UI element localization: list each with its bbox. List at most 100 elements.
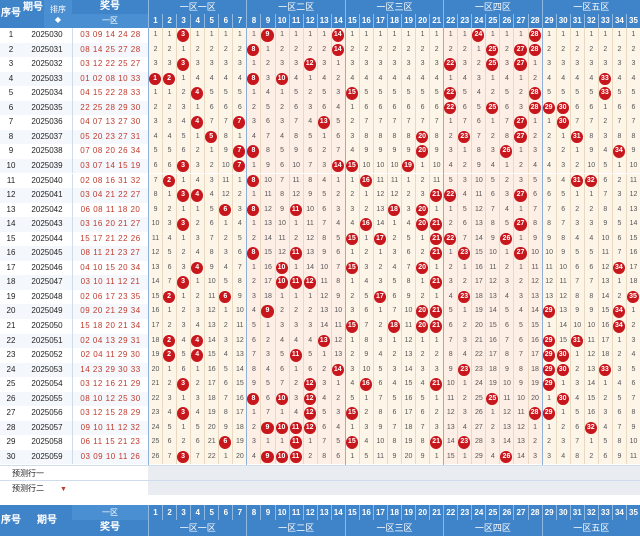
hit-ball: 33 [598,87,611,100]
row-seq: 8 [8,131,14,141]
grid-cell: 5 [218,275,233,290]
grid-cell: 1 [316,348,331,363]
grid-cell: 3 [344,304,359,319]
footer-number-24: 24 [471,505,486,520]
footer-seq: 序号 [0,505,22,536]
grid-cell: 17 [401,406,416,421]
grid-cell: 12 [148,246,163,261]
grid-cell: 11 [513,406,528,421]
grid-cell: 2 [625,42,640,58]
grid-cell: 6 [274,158,289,174]
grid-cell: 5 [302,348,317,363]
grid-cell: 8 [401,275,416,290]
grid-cell: 8 [372,406,387,421]
grid-cell: 1 [344,28,359,43]
grid-cell: 6 [204,100,219,116]
grid-cell: 21 [204,435,219,450]
grid-cell: 23 [471,362,486,378]
footer-number-5: 5 [204,505,219,520]
grid-cell: 7 [597,188,612,203]
grid-cell: 4 [457,188,472,203]
grid-cell: 1 [541,420,556,436]
hit-ball: 15 [345,436,358,449]
hit-ball: 28 [528,87,541,100]
grid-cell: 5 [625,362,640,378]
row-seq: 24 [6,364,16,374]
sort-button[interactable]: 排序 ◆ [44,0,72,28]
hit-ball: 12 [303,407,316,420]
header-number-21: 21 [429,14,444,28]
grid-cell: 13 [330,348,345,363]
predict-grid[interactable] [148,464,640,480]
header-issue[interactable]: 期号 [22,0,44,28]
grid-cell: 14 [555,319,570,334]
grid-cell: 3 [218,246,233,261]
grid-cell: 4 [204,71,219,87]
grid-cell: 1 [232,173,247,189]
grid-cell: 5 [541,173,556,189]
hit-ball: 27 [514,130,527,144]
grid-cell: 15 [471,246,486,261]
predict-grid[interactable] [148,479,640,495]
predict-row-2[interactable]: 预测行二 ▼ [0,479,148,495]
grid-cell: 7 [302,158,317,174]
grid-cell: 1 [218,304,233,319]
grid-cell: 16 [204,362,219,378]
row-issue: 2025043 [31,219,63,229]
grid-cell: 8 [302,173,317,189]
grid-cell: 13 [555,304,570,319]
grid-cell: 2 [288,304,303,319]
grid-cell: 6 [457,217,472,232]
row-issue: 2025051 [31,335,63,345]
grid-cell: 10 [274,217,289,232]
grid-cell: 5 [611,391,626,407]
grid-cell: 5 [260,377,275,392]
grid-cell: 4 [372,348,387,363]
grid-cell: 6 [597,173,612,189]
header-number-8: 8 [246,14,261,28]
grid-cell: 10 [555,260,570,276]
grid-cell: 17 [471,275,486,290]
grid-cell: 4 [190,406,205,421]
grid-cell: 13 [541,289,556,305]
grid-cell: 7 [401,260,416,276]
header-number-31: 31 [569,14,584,28]
grid-cell: 10 [372,158,387,174]
grid-cell: 6 [569,260,584,276]
grid-cell: 6 [386,406,402,421]
grid-cell: 1 [583,435,598,450]
header-number-35: 35 [625,14,640,28]
grid-cell: 12 [583,348,598,363]
grid-cell: 7 [358,319,373,334]
grid-cell: 14 [372,217,387,232]
hit-ball: 28 [528,29,541,42]
header-number-17: 17 [372,14,387,28]
hit-ball: 10 [275,392,288,406]
grid-cell: 7 [148,173,163,189]
grid-cell: 2 [316,362,331,378]
grid-cell: 2 [316,144,331,159]
grid-cell: 2 [555,42,570,58]
hit-ball: 15 [345,87,358,100]
grid-cell: 7 [401,115,416,130]
grid-cell: 11 [485,260,500,276]
grid-cell: 18 [148,333,163,349]
grid-cell: 1 [358,231,373,247]
row-issue: 2025036 [31,117,63,127]
predict-row-1[interactable]: 预测行一 [0,464,148,480]
grid-cell: 11 [288,173,303,189]
grid-cell: 2 [372,260,387,276]
grid-cell: 2 [401,42,416,58]
hit-ball: 34 [612,145,625,158]
grid-cell: 1 [148,28,163,43]
grid-cell: 5 [471,100,486,116]
grid-cell: 2 [583,42,598,58]
hit-ball: 2 [163,174,176,188]
grid-cell: 2 [541,435,556,450]
header-number-3: 3 [176,14,191,28]
footer-number-25: 25 [485,505,500,520]
grid-cell: 1 [260,42,275,58]
grid-cell: 1 [176,391,191,407]
dropdown-arrow-icon[interactable]: ▼ [60,486,67,493]
row-seq: 14 [6,219,16,229]
